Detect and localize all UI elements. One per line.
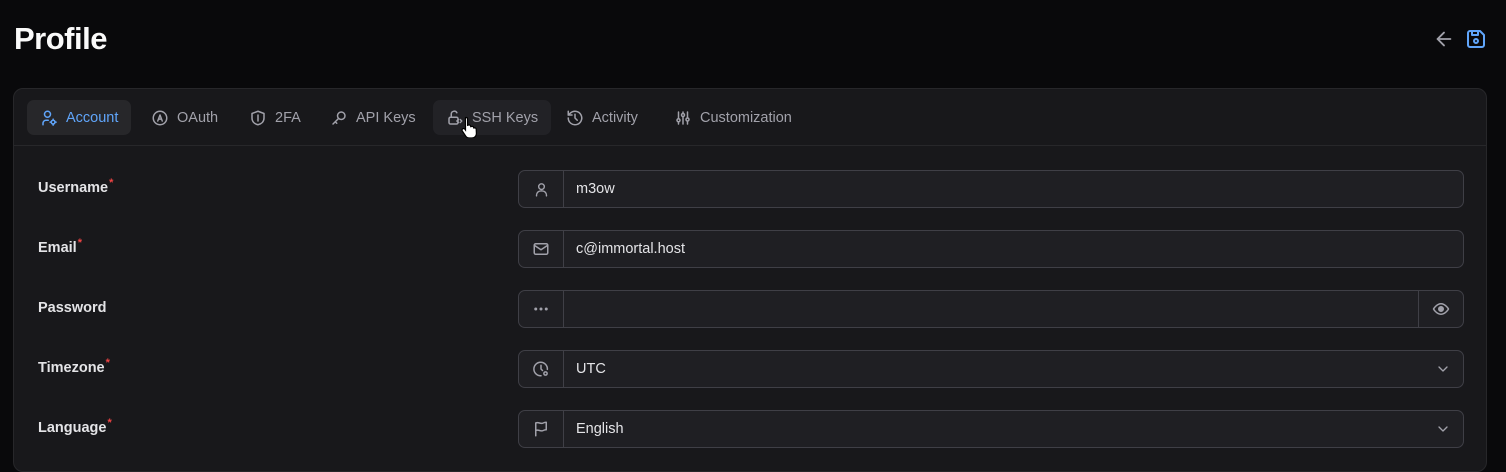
- sliders-icon: [676, 110, 690, 125]
- chevron-down-icon: [1438, 426, 1448, 432]
- timezone-label: Timezone*: [38, 357, 110, 376]
- shield-icon: [251, 110, 265, 125]
- required-mark: *: [107, 417, 112, 429]
- language-prefix: [519, 411, 564, 447]
- mail-icon: [533, 243, 549, 255]
- timezone-value: UTC: [576, 361, 606, 377]
- save-button[interactable]: [1462, 25, 1490, 53]
- tab-label: Account: [66, 109, 119, 126]
- tab-ssh-keys[interactable]: SSH Keys: [433, 100, 552, 135]
- tab-activity[interactable]: Activity: [553, 100, 651, 135]
- username-input[interactable]: m3ow: [564, 171, 1463, 207]
- password-row: Password: [14, 290, 1486, 328]
- tab-label: API Keys: [356, 109, 416, 126]
- tab-label: Activity: [592, 109, 638, 126]
- oauth-icon: [152, 110, 168, 125]
- password-prefix: [519, 291, 564, 327]
- flag-icon: [535, 421, 547, 437]
- tab-bar: Account OAuth 2FA API Keys SSH Keys Acti…: [14, 89, 1486, 146]
- language-select[interactable]: English: [518, 410, 1464, 448]
- username-field[interactable]: m3ow: [518, 170, 1464, 208]
- lock-code-icon: [448, 110, 463, 125]
- tab-label: OAuth: [177, 109, 219, 126]
- timezone-dropdown-toggle[interactable]: [1423, 351, 1463, 387]
- language-dropdown-toggle[interactable]: [1423, 411, 1463, 447]
- user-icon: [535, 182, 547, 197]
- tab-2fa[interactable]: 2FA: [236, 100, 314, 135]
- tab-label: 2FA: [275, 109, 301, 126]
- language-row: Language* English: [14, 410, 1486, 448]
- page-header: Profile: [0, 0, 1506, 80]
- required-mark: *: [77, 237, 82, 249]
- timezone-prefix: [519, 351, 564, 387]
- tab-customization[interactable]: Customization: [661, 100, 805, 135]
- password-input[interactable]: [564, 291, 1418, 327]
- history-icon: [567, 110, 583, 125]
- page-title: Profile: [14, 21, 107, 56]
- required-mark: *: [109, 177, 114, 189]
- tab-api-keys[interactable]: API Keys: [317, 100, 429, 135]
- username-label: Username*: [38, 177, 114, 196]
- profile-card: Account OAuth 2FA API Keys SSH Keys Acti…: [13, 88, 1487, 472]
- email-row: Email* c@immortal.host: [14, 230, 1486, 268]
- username-prefix: [519, 171, 564, 207]
- tab-account[interactable]: Account: [27, 100, 132, 135]
- tab-label: SSH Keys: [472, 109, 539, 126]
- password-field[interactable]: [518, 290, 1464, 328]
- dots-icon: [534, 307, 548, 311]
- tab-label: Customization: [700, 109, 792, 126]
- email-field[interactable]: c@immortal.host: [518, 230, 1464, 268]
- toggle-password-button[interactable]: [1418, 291, 1463, 327]
- timezone-row: Timezone* UTC: [14, 350, 1486, 388]
- email-prefix: [519, 231, 564, 267]
- user-cog-icon: [42, 110, 57, 126]
- username-row: Username* m3ow: [14, 170, 1486, 208]
- arrow-left-icon: [1436, 31, 1452, 47]
- save-icon: [1467, 30, 1485, 48]
- required-mark: *: [105, 357, 110, 369]
- email-input[interactable]: c@immortal.host: [564, 231, 1463, 267]
- language-label: Language*: [38, 417, 112, 436]
- language-value: English: [576, 421, 624, 437]
- back-button[interactable]: [1430, 25, 1458, 53]
- timezone-select[interactable]: UTC: [518, 350, 1464, 388]
- chevron-down-icon: [1438, 366, 1448, 372]
- password-label: Password: [38, 300, 107, 316]
- eye-icon: [1432, 303, 1450, 315]
- clock-cog-icon: [533, 361, 549, 377]
- email-label: Email*: [38, 237, 82, 256]
- key-icon: [332, 110, 346, 125]
- tab-oauth[interactable]: OAuth: [138, 100, 231, 135]
